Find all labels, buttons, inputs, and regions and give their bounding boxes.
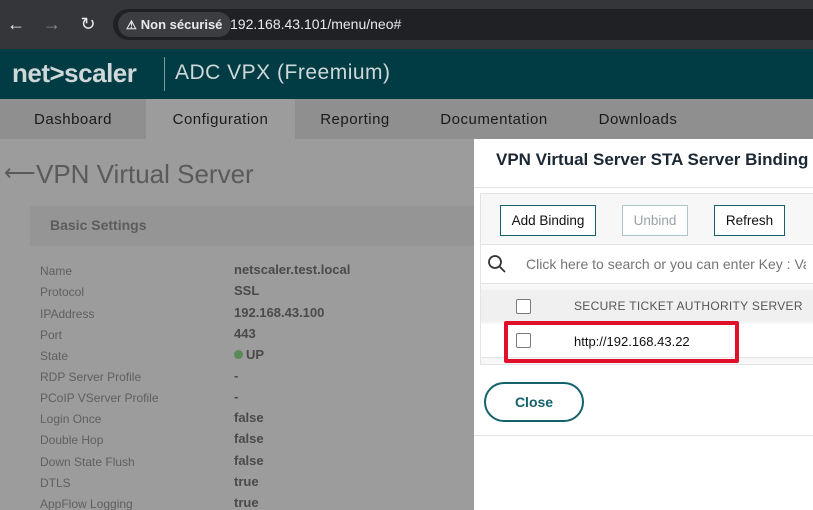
security-chip[interactable]: ⚠ Non sécurisé (118, 12, 232, 37)
warning-icon: ⚠ (126, 18, 137, 32)
field-value-down-state-flush: false (234, 453, 264, 468)
field-label-rdp-profile: RDP Server Profile (40, 370, 142, 384)
unbind-button[interactable]: Unbind (622, 205, 688, 236)
address-bar[interactable]: ⚠ Non sécurisé 192.168.43.101/menu/neo# (113, 9, 813, 40)
select-all-checkbox[interactable] (516, 299, 531, 314)
add-binding-button[interactable]: Add Binding (500, 205, 596, 236)
tab-reporting[interactable]: Reporting (295, 99, 415, 139)
field-value-ipaddress: 192.168.43.100 (234, 305, 325, 320)
highlight-annotation (504, 321, 739, 363)
security-label: Non sécurisé (140, 17, 223, 32)
field-label-down-state-flush: Down State Flush (40, 455, 135, 469)
panel-footer-divider (474, 435, 813, 436)
browser-toolbar: ← → ↻ ⚠ Non sécurisé 192.168.43.101/menu/… (0, 0, 813, 49)
reload-icon[interactable]: ↻ (76, 12, 100, 36)
search-bar (481, 244, 813, 284)
field-label-pcoip-profile: PCoIP VServer Profile (40, 391, 159, 405)
tab-downloads[interactable]: Downloads (573, 99, 703, 139)
field-value-rdp-profile: - (234, 368, 239, 383)
brand-logo[interactable]: net>scaler (12, 58, 137, 89)
field-value-state: UP (234, 347, 264, 362)
field-label-name: Name (40, 264, 73, 278)
url-text[interactable]: 192.168.43.101/menu/neo# (230, 9, 401, 40)
field-label-protocol: Protocol (40, 285, 85, 299)
field-value-appflow: true (234, 495, 259, 510)
field-label-state: State (40, 349, 69, 363)
brand-divider (164, 57, 165, 91)
back-icon[interactable]: ← (4, 12, 28, 36)
search-icon (488, 255, 506, 273)
field-value-login-once: false (234, 410, 264, 425)
page-title: VPN Virtual Server (36, 159, 254, 189)
app-header: net>scaler ADC VPX (Freemium) (0, 49, 813, 99)
panel-title: VPN Virtual Server STA Server Binding (496, 150, 809, 169)
back-arrow-icon[interactable]: ⟵ (4, 160, 36, 186)
forward-icon[interactable]: → (40, 12, 64, 36)
field-value-port: 443 (234, 326, 256, 341)
basic-settings-header: Basic Settings (30, 206, 490, 246)
field-value-double-hop: false (234, 431, 264, 446)
field-label-dtls: DTLS (40, 476, 71, 490)
close-button[interactable]: Close (484, 382, 584, 422)
main-tabs: Dashboard Configuration Reporting Docume… (0, 99, 813, 139)
field-label-login-once: Login Once (40, 412, 102, 426)
tab-dashboard[interactable]: Dashboard (0, 99, 146, 139)
status-dot-icon (234, 350, 243, 359)
field-value-name: netscaler.test.local (234, 262, 351, 277)
column-header-sta-server[interactable]: SECURE TICKET AUTHORITY SERVER (574, 299, 803, 313)
field-value-dtls: true (234, 474, 259, 489)
tab-configuration[interactable]: Configuration (146, 99, 295, 139)
field-label-appflow: AppFlow Logging (40, 497, 133, 510)
refresh-button[interactable]: Refresh (714, 205, 785, 236)
panel-divider (474, 187, 813, 188)
field-value-protocol: SSL (234, 283, 260, 298)
tab-documentation[interactable]: Documentation (415, 99, 573, 139)
product-name: ADC VPX (Freemium) (175, 61, 391, 84)
basic-settings-title: Basic Settings (50, 217, 147, 233)
state-value: UP (246, 347, 265, 362)
table-header: SECURE TICKET AUTHORITY SERVER (481, 290, 813, 322)
field-label-double-hop: Double Hop (40, 433, 104, 447)
field-value-pcoip-profile: - (234, 389, 239, 404)
search-input[interactable] (526, 256, 806, 272)
field-label-ipaddress: IPAddress (40, 307, 95, 321)
field-label-port: Port (40, 328, 63, 342)
